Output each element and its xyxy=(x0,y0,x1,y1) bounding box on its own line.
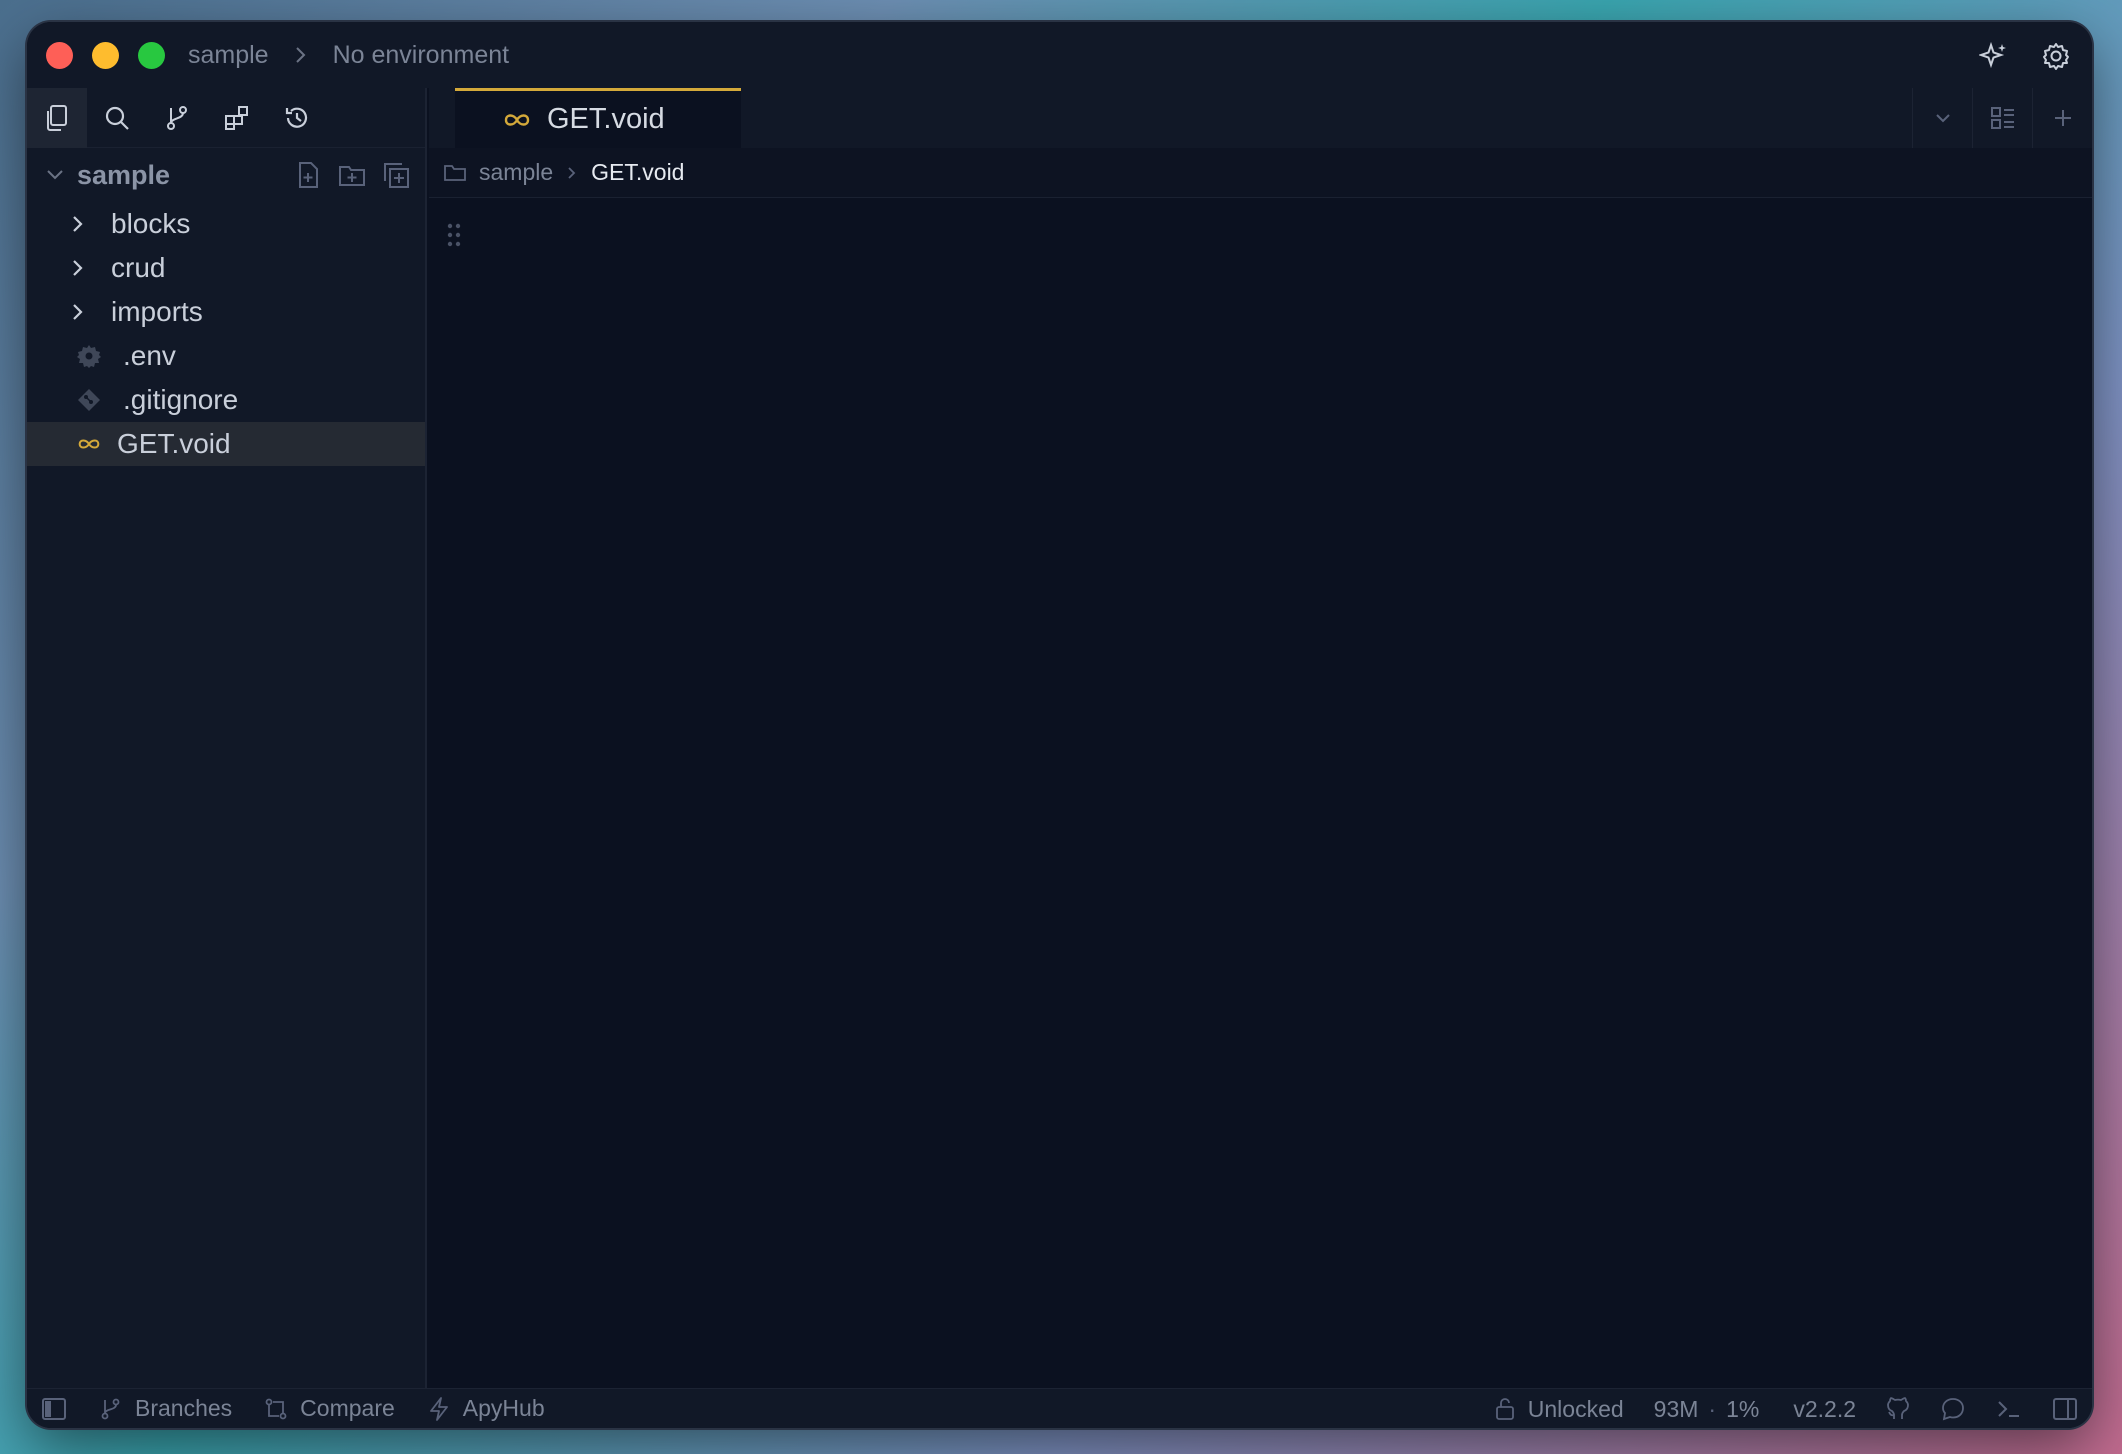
github-icon[interactable] xyxy=(1886,1396,1910,1422)
tree-item-label: imports xyxy=(111,296,203,327)
files-icon[interactable] xyxy=(27,87,87,148)
new-folder-icon[interactable] xyxy=(337,160,367,190)
chat-icon[interactable] xyxy=(1940,1396,1966,1422)
environment-selector[interactable]: No environment xyxy=(333,41,509,70)
window-controls xyxy=(46,41,165,69)
tree-item-env[interactable]: .env xyxy=(27,334,425,378)
chevron-right-icon xyxy=(567,166,577,180)
tree-item-imports[interactable]: imports xyxy=(27,290,425,334)
editor-area: GET.void sample GET.void xyxy=(429,88,2092,1388)
chevron-right-icon xyxy=(295,46,307,64)
tab-get-void[interactable]: GET.void xyxy=(455,88,741,148)
workspace-name[interactable]: sample xyxy=(188,41,269,70)
tab-label: GET.void xyxy=(547,103,665,135)
chevron-right-icon xyxy=(71,258,93,278)
sidebar: sample blocks crud imports .env .gitigno… xyxy=(27,87,427,1388)
copy-icon[interactable] xyxy=(381,160,411,190)
memory-usage: 93M xyxy=(1653,1395,1699,1422)
gear-icon[interactable] xyxy=(2040,40,2072,72)
history-icon[interactable] xyxy=(267,88,327,148)
folder-icon xyxy=(443,163,467,183)
tree-root[interactable]: sample xyxy=(27,148,425,202)
terminal-icon[interactable] xyxy=(1996,1398,2022,1420)
compare-button[interactable]: Compare xyxy=(264,1395,395,1422)
search-icon[interactable] xyxy=(87,88,147,148)
gear-icon xyxy=(75,343,103,369)
compare-icon xyxy=(264,1397,288,1421)
unlock-icon xyxy=(1494,1396,1516,1422)
extensions-icon[interactable] xyxy=(207,88,267,148)
sparkle-icon[interactable] xyxy=(1978,40,2010,72)
git-branch-icon[interactable] xyxy=(147,88,207,148)
apyhub-button[interactable]: ApyHub xyxy=(427,1395,545,1422)
toggle-sidebar-icon[interactable] xyxy=(41,1397,67,1421)
app-window: sample No environment sample blocks crud… xyxy=(27,22,2092,1428)
chevron-right-icon xyxy=(71,302,93,322)
workspace-breadcrumb: sample No environment xyxy=(188,41,509,70)
tree-item-crud[interactable]: crud xyxy=(27,246,425,290)
compare-label: Compare xyxy=(300,1395,395,1421)
status-bar: Branches Compare ApyHub Unlocked 93M · 1… xyxy=(27,1388,2092,1428)
git-icon xyxy=(75,387,103,413)
chevron-down-icon xyxy=(45,168,65,182)
cpu-usage: 1% xyxy=(1726,1395,1760,1422)
lock-status[interactable]: Unlocked xyxy=(1494,1396,1624,1423)
layout-icon[interactable] xyxy=(1972,88,2032,148)
close-window-button[interactable] xyxy=(46,41,73,69)
breadcrumb-file[interactable]: GET.void xyxy=(591,159,684,186)
breadcrumb-folder[interactable]: sample xyxy=(479,159,553,186)
tree-item-label: GET.void xyxy=(117,428,231,459)
separator-dot: · xyxy=(1708,1395,1717,1422)
chevron-down-icon[interactable] xyxy=(1912,88,1972,148)
tree-item-label: blocks xyxy=(111,208,191,239)
title-bar: sample No environment xyxy=(27,22,2092,88)
tab-bar: GET.void xyxy=(429,88,2092,148)
tree-item-label: crud xyxy=(111,252,166,283)
plus-icon[interactable] xyxy=(2032,88,2092,148)
branches-button[interactable]: Branches xyxy=(99,1395,232,1422)
maximize-window-button[interactable] xyxy=(138,41,165,69)
git-branch-icon xyxy=(99,1397,123,1421)
lightning-icon xyxy=(427,1396,451,1422)
infinity-icon xyxy=(501,110,533,130)
branches-label: Branches xyxy=(135,1395,233,1421)
tree-item-gitignore[interactable]: .gitignore xyxy=(27,378,425,422)
version-label: v2.2.2 xyxy=(1793,1395,1856,1422)
drag-handle-icon[interactable] xyxy=(446,222,462,248)
chevron-right-icon xyxy=(71,214,93,234)
toggle-panel-icon[interactable] xyxy=(2052,1397,2078,1421)
tree-item-label: .gitignore xyxy=(123,384,239,415)
tree-root-label: sample xyxy=(77,159,171,190)
new-file-icon[interactable] xyxy=(293,160,323,190)
lock-label: Unlocked xyxy=(1527,1395,1624,1422)
minimize-window-button[interactable] xyxy=(92,41,119,69)
tree-item-label: .env xyxy=(123,340,176,371)
sidebar-toolbar xyxy=(27,87,425,148)
tree-item-get-void[interactable]: GET.void xyxy=(27,422,425,466)
infinity-icon xyxy=(75,435,103,453)
tree-item-blocks[interactable]: blocks xyxy=(27,202,425,246)
breadcrumb: sample GET.void xyxy=(429,148,2092,198)
apyhub-label: ApyHub xyxy=(462,1395,545,1421)
